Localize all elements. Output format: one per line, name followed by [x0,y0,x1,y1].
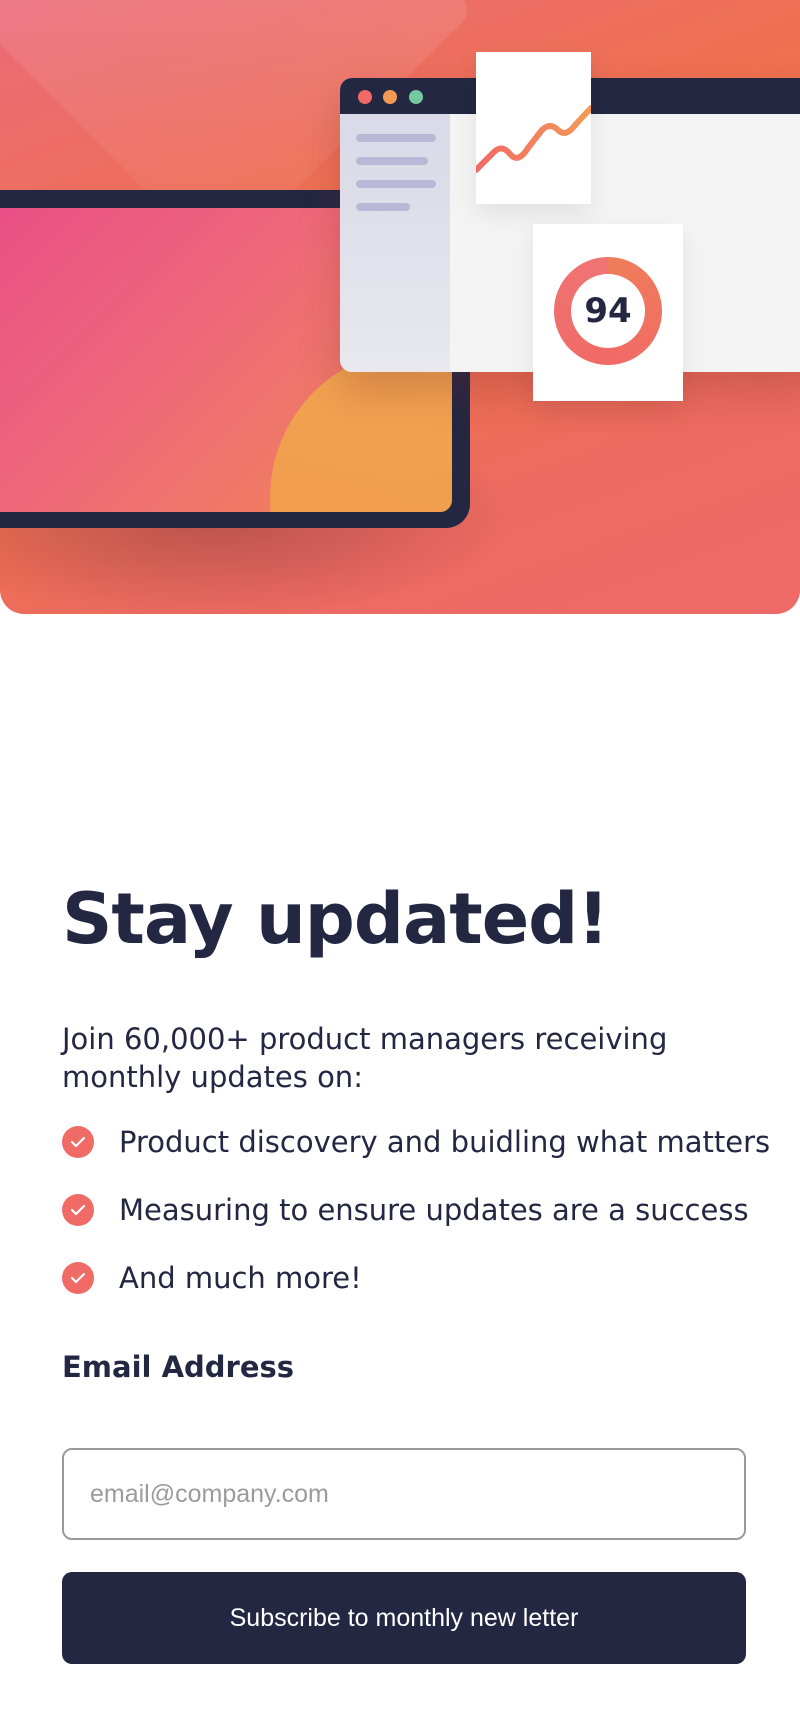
feature-list: Product discovery and buidling what matt… [62,1108,770,1312]
sidebar-line [356,157,428,165]
window-close-dot-icon [358,90,372,104]
sun-shape [270,348,452,512]
hero-illustration: 94 [0,0,800,614]
intro-text: Join 60,000+ product managers receiving … [62,1022,668,1094]
list-item: Product discovery and buidling what matt… [62,1108,770,1176]
list-item: Measuring to ensure updates are a succes… [62,1176,762,1244]
feature-text: Product discovery and buidling what matt… [119,1125,771,1159]
list-item: And much more! [62,1244,762,1312]
sidebar-line [356,203,410,211]
browser-sidebar [340,114,450,372]
feature-text: Measuring to ensure updates are a succes… [119,1193,749,1227]
score-card: 94 [533,224,683,401]
check-circle-icon [62,1126,94,1158]
email-field[interactable] [62,1448,746,1540]
sidebar-line [356,134,436,142]
score-value: 94 [571,274,645,348]
email-label: Email Address [62,1350,295,1384]
window-maximize-dot-icon [409,90,423,104]
line-chart-card [473,52,594,204]
subscribe-button[interactable]: Subscribe to monthly new letter [62,1572,746,1664]
score-ring-icon: 94 [554,257,662,365]
window-minimize-dot-icon [383,90,397,104]
sidebar-line [356,180,436,188]
check-circle-icon [62,1194,94,1226]
page-title: Stay updated! [62,878,609,960]
trend-line-icon [473,105,594,173]
feature-text: And much more! [119,1261,362,1295]
check-circle-icon [62,1262,94,1294]
